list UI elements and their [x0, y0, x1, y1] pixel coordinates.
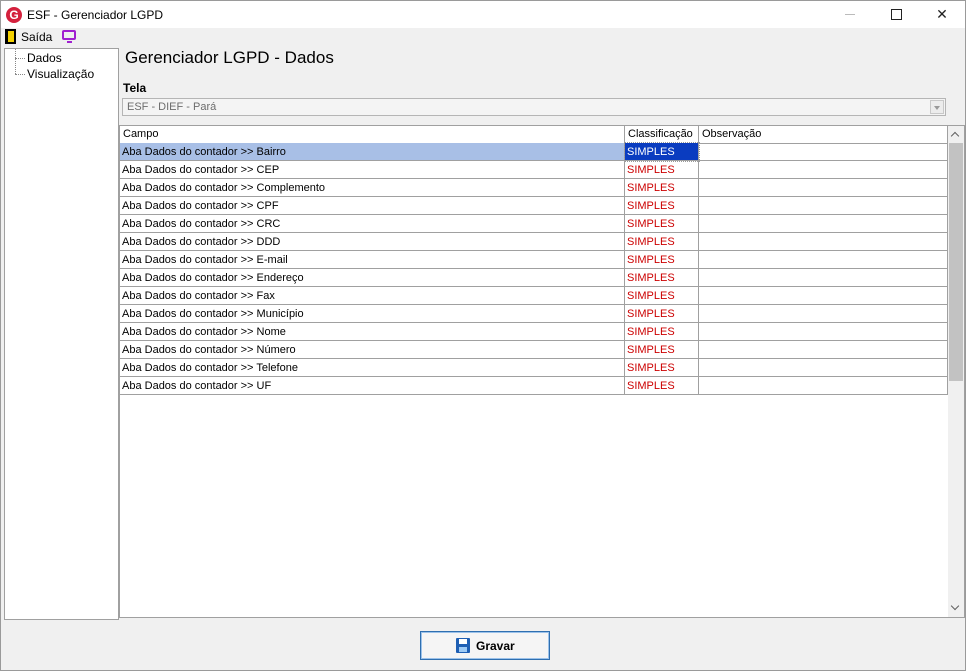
cell-observacao[interactable]	[699, 269, 948, 287]
app-logo-icon: G	[6, 7, 22, 23]
table-row[interactable]: Aba Dados do contador >> Endereço SIMPLES	[120, 269, 948, 287]
cell-classificacao[interactable]: SIMPLES	[625, 197, 699, 215]
cell-observacao[interactable]	[699, 197, 948, 215]
tela-select[interactable]: ESF - DIEF - Pará	[122, 98, 946, 116]
cell-campo[interactable]: Aba Dados do contador >> Bairro	[120, 143, 625, 161]
maximize-icon	[891, 9, 902, 20]
cell-campo[interactable]: Aba Dados do contador >> Município	[120, 305, 625, 323]
cell-campo[interactable]: Aba Dados do contador >> Endereço	[120, 269, 625, 287]
table-row[interactable]: Aba Dados do contador >> DDD SIMPLES	[120, 233, 948, 251]
table-row[interactable]: Aba Dados do contador >> Telefone SIMPLES	[120, 359, 948, 377]
cell-classificacao[interactable]: SIMPLES	[625, 377, 699, 395]
cell-observacao[interactable]	[699, 143, 948, 161]
table-row[interactable]: Aba Dados do contador >> Município SIMPLE…	[120, 305, 948, 323]
cell-observacao[interactable]	[699, 341, 948, 359]
chevron-down-icon[interactable]	[930, 100, 944, 114]
cell-campo[interactable]: Aba Dados do contador >> Número	[120, 341, 625, 359]
tela-label: Tela	[123, 81, 147, 95]
table-row[interactable]: Aba Dados do contador >> Complemento SIMP…	[120, 179, 948, 197]
minimize-button[interactable]	[827, 1, 873, 28]
vertical-scrollbar[interactable]	[948, 126, 964, 617]
cell-observacao[interactable]	[699, 233, 948, 251]
tree-item-dados[interactable]: Dados	[5, 51, 62, 65]
table-row[interactable]: Aba Dados do contador >> Nome SIMPLES	[120, 323, 948, 341]
tree-item-label: Visualização	[27, 67, 95, 81]
column-header-observacao[interactable]: Observação	[699, 126, 948, 143]
maximize-button[interactable]	[873, 1, 919, 28]
title-bar: G ESF - Gerenciador LGPD ✕	[1, 1, 965, 28]
cell-classificacao[interactable]: SIMPLES	[625, 323, 699, 341]
fields-grid: Campo Classificação Observação Aba Dados…	[119, 125, 965, 618]
table-row[interactable]: Aba Dados do contador >> UF SIMPLES	[120, 377, 948, 395]
floppy-disk-icon	[456, 638, 470, 653]
minimize-icon	[845, 14, 855, 15]
cell-classificacao[interactable]: SIMPLES	[625, 341, 699, 359]
page-title: Gerenciador LGPD - Dados	[125, 48, 334, 67]
table-row[interactable]: Aba Dados do contador >> CPF SIMPLES	[120, 197, 948, 215]
table-row[interactable]: Aba Dados do contador >> Número SIMPLES	[120, 341, 948, 359]
cell-classificacao[interactable]: SIMPLES	[625, 287, 699, 305]
table-row[interactable]: Aba Dados do contador >> CEP SIMPLES	[120, 161, 948, 179]
tree-branch-line	[15, 74, 25, 75]
exit-door-icon	[5, 29, 16, 44]
cell-classificacao[interactable]: SIMPLES	[625, 305, 699, 323]
cell-campo[interactable]: Aba Dados do contador >> Telefone	[120, 359, 625, 377]
column-header-classificacao[interactable]: Classificação	[625, 126, 699, 143]
cell-classificacao[interactable]: SIMPLES	[625, 269, 699, 287]
cell-campo[interactable]: Aba Dados do contador >> Fax	[120, 287, 625, 305]
cell-observacao[interactable]	[699, 305, 948, 323]
tela-select-value: ESF - DIEF - Pará	[127, 101, 217, 113]
scroll-down-icon[interactable]	[948, 600, 964, 617]
close-icon: ✕	[936, 6, 948, 22]
cell-observacao[interactable]	[699, 287, 948, 305]
toolbar: Saída	[1, 28, 965, 46]
window-title: ESF - Gerenciador LGPD	[27, 8, 164, 22]
cell-observacao[interactable]	[699, 161, 948, 179]
save-button-label: Gravar	[476, 639, 515, 653]
cell-classificacao[interactable]: SIMPLES	[625, 161, 699, 179]
cell-observacao[interactable]	[699, 215, 948, 233]
cell-campo[interactable]: Aba Dados do contador >> DDD	[120, 233, 625, 251]
close-button[interactable]: ✕	[919, 1, 965, 28]
monitor-icon[interactable]	[62, 30, 76, 43]
exit-label: Saída	[21, 30, 53, 44]
tree-item-label: Dados	[27, 51, 62, 65]
cell-observacao[interactable]	[699, 179, 948, 197]
cell-campo[interactable]: Aba Dados do contador >> CRC	[120, 215, 625, 233]
cell-campo[interactable]: Aba Dados do contador >> CEP	[120, 161, 625, 179]
cell-classificacao[interactable]: SIMPLES	[625, 233, 699, 251]
column-header-campo[interactable]: Campo	[120, 126, 625, 143]
cell-classificacao[interactable]: SIMPLES	[624, 142, 700, 162]
table-row[interactable]: Aba Dados do contador >> Fax SIMPLES	[120, 287, 948, 305]
navigation-tree: Dados Visualização	[4, 48, 119, 620]
cell-observacao[interactable]	[699, 377, 948, 395]
cell-campo[interactable]: Aba Dados do contador >> E-mail	[120, 251, 625, 269]
table-row[interactable]: Aba Dados do contador >> CRC SIMPLES	[120, 215, 948, 233]
cell-classificacao[interactable]: SIMPLES	[625, 215, 699, 233]
cell-classificacao[interactable]: SIMPLES	[625, 359, 699, 377]
scroll-thumb[interactable]	[949, 143, 963, 381]
cell-observacao[interactable]	[699, 323, 948, 341]
cell-campo[interactable]: Aba Dados do contador >> UF	[120, 377, 625, 395]
save-button[interactable]: Gravar	[420, 631, 550, 660]
main-window: G ESF - Gerenciador LGPD ✕ Saída Dados V…	[0, 0, 966, 671]
table-row[interactable]: Aba Dados do contador >> E-mail SIMPLES	[120, 251, 948, 269]
tree-branch-line	[15, 58, 25, 59]
cell-classificacao[interactable]: SIMPLES	[625, 251, 699, 269]
table-row[interactable]: Aba Dados do contador >> Bairro SIMPLES	[120, 142, 948, 162]
cell-campo[interactable]: Aba Dados do contador >> Complemento	[120, 179, 625, 197]
scroll-up-icon[interactable]	[948, 126, 964, 143]
cell-classificacao[interactable]: SIMPLES	[625, 179, 699, 197]
grid-header: Campo Classificação Observação	[120, 126, 948, 144]
cell-observacao[interactable]	[699, 359, 948, 377]
cell-observacao[interactable]	[699, 251, 948, 269]
cell-campo[interactable]: Aba Dados do contador >> CPF	[120, 197, 625, 215]
tree-item-visualizacao[interactable]: Visualização	[5, 67, 94, 81]
cell-campo[interactable]: Aba Dados do contador >> Nome	[120, 323, 625, 341]
